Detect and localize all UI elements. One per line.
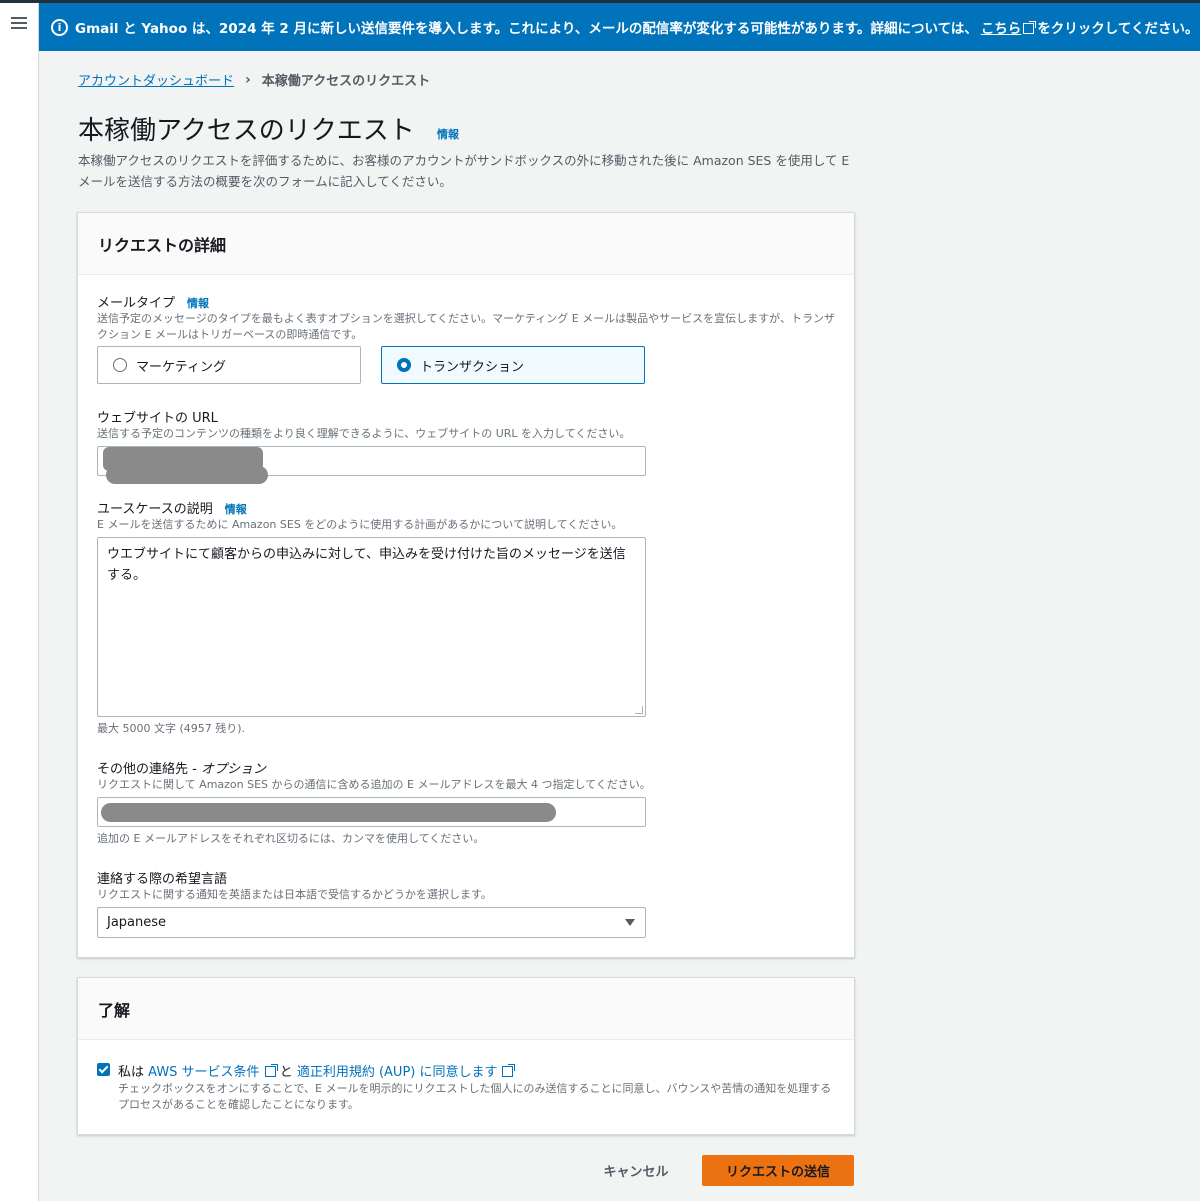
breadcrumb-current: 本稼働アクセスのリクエスト bbox=[261, 74, 431, 89]
optional-label: オプション bbox=[200, 762, 266, 777]
other-contacts-hint: 追加の E メールアドレスをそれぞれ区切るには、カンマを使用してください。 bbox=[97, 832, 485, 845]
mail-type-marketing-option[interactable]: マーケティング bbox=[97, 346, 361, 384]
aws-service-terms-link[interactable]: AWS サービス条件 bbox=[148, 1064, 278, 1080]
agree-label: 私は AWS サービス条件 と 適正利用規約 (AUP) に同意します bbox=[118, 1061, 516, 1080]
notification-banner: i Gmail と Yahoo は、2024 年 2 月に新しい送信要件を導入し… bbox=[39, 3, 1200, 51]
resize-handle-icon[interactable] bbox=[635, 706, 643, 714]
language-label: 連絡する際の希望言語 bbox=[97, 872, 228, 887]
language-description: リクエストに関する通知を英語または日本語で受信するかどうかを選択します。 bbox=[97, 888, 492, 901]
mail-type-label: メールタイプ 情報 bbox=[97, 296, 210, 311]
use-case-info-link[interactable]: 情報 bbox=[225, 503, 247, 516]
breadcrumb: アカウントダッシュボード › 本稼働アクセスのリクエスト bbox=[78, 70, 431, 90]
submit-request-button[interactable]: リクエストの送信 bbox=[702, 1155, 854, 1186]
use-case-counter: 最大 5000 文字 (4957 残り). bbox=[97, 722, 246, 735]
page-info-link[interactable]: 情報 bbox=[437, 126, 459, 142]
option-label: マーケティング bbox=[136, 359, 226, 375]
mail-type-info-link[interactable]: 情報 bbox=[187, 297, 209, 310]
use-case-description: E メールを送信するために Amazon SES をどのように使用する計画がある… bbox=[97, 518, 623, 531]
banner-link[interactable]: こちら bbox=[981, 17, 1037, 37]
other-contacts-description: リクエストに関して Amazon SES からの通信に含める追加の E メールア… bbox=[97, 778, 651, 791]
aup-link[interactable]: 適正利用規約 (AUP) に同意します bbox=[297, 1064, 516, 1080]
request-details-header: リクエストの詳細 bbox=[78, 213, 854, 275]
radio-checked-icon bbox=[397, 358, 411, 372]
agree-description: チェックボックスをオンにすることで、E メールを明示的にリクエストした個人にのみ… bbox=[118, 1082, 832, 1111]
other-contacts-label: その他の連絡先 - オプション bbox=[97, 762, 266, 777]
language-selected-value: Japanese bbox=[107, 915, 167, 930]
page-title: 本稼働アクセスのリクエスト bbox=[78, 116, 415, 146]
mail-type-description: 送信予定のメッセージのタイプを最もよく表すオプションを選択してください。マーケテ… bbox=[97, 312, 835, 341]
mail-type-transaction-option[interactable]: トランザクション bbox=[381, 346, 645, 384]
agree-checkbox[interactable] bbox=[97, 1063, 110, 1076]
side-nav bbox=[0, 3, 39, 1201]
breadcrumb-account-dashboard[interactable]: アカウントダッシュボード bbox=[78, 70, 234, 89]
language-select[interactable]: Japanese bbox=[97, 907, 646, 938]
info-icon: i bbox=[51, 18, 68, 36]
redacted-url-tail bbox=[106, 466, 268, 484]
website-url-description: 送信する予定のコンテンツの種類をより良く理解できるように、ウェブサイトの URL… bbox=[97, 427, 631, 440]
external-link-icon bbox=[1023, 21, 1037, 34]
cancel-button[interactable]: キャンセル bbox=[590, 1155, 682, 1185]
chevron-right-icon: › bbox=[245, 71, 251, 88]
external-link-icon bbox=[502, 1064, 516, 1077]
acknowledgement-header: 了解 bbox=[78, 978, 854, 1040]
redacted-emails bbox=[101, 803, 556, 822]
menu-icon[interactable] bbox=[11, 17, 27, 29]
website-url-label: ウェブサイトの URL bbox=[97, 411, 218, 426]
use-case-label: ユースケースの説明 情報 bbox=[97, 502, 247, 517]
external-link-icon bbox=[264, 1064, 278, 1077]
option-label: トランザクション bbox=[420, 359, 525, 375]
radio-unchecked-icon bbox=[113, 358, 127, 372]
banner-text-after: をクリックしてください。 bbox=[1037, 21, 1199, 37]
use-case-textarea[interactable]: ウエブサイトにて顧客からの申込みに対して、申込みを受け付けた旨のメッセージを送信… bbox=[97, 537, 646, 717]
page-description: 本稼働アクセスのリクエストを評価するために、お客様のアカウントがサンドボックスの… bbox=[78, 153, 850, 189]
caret-down-icon bbox=[625, 919, 635, 926]
banner-text: Gmail と Yahoo は、2024 年 2 月に新しい送信要件を導入します… bbox=[75, 21, 978, 37]
